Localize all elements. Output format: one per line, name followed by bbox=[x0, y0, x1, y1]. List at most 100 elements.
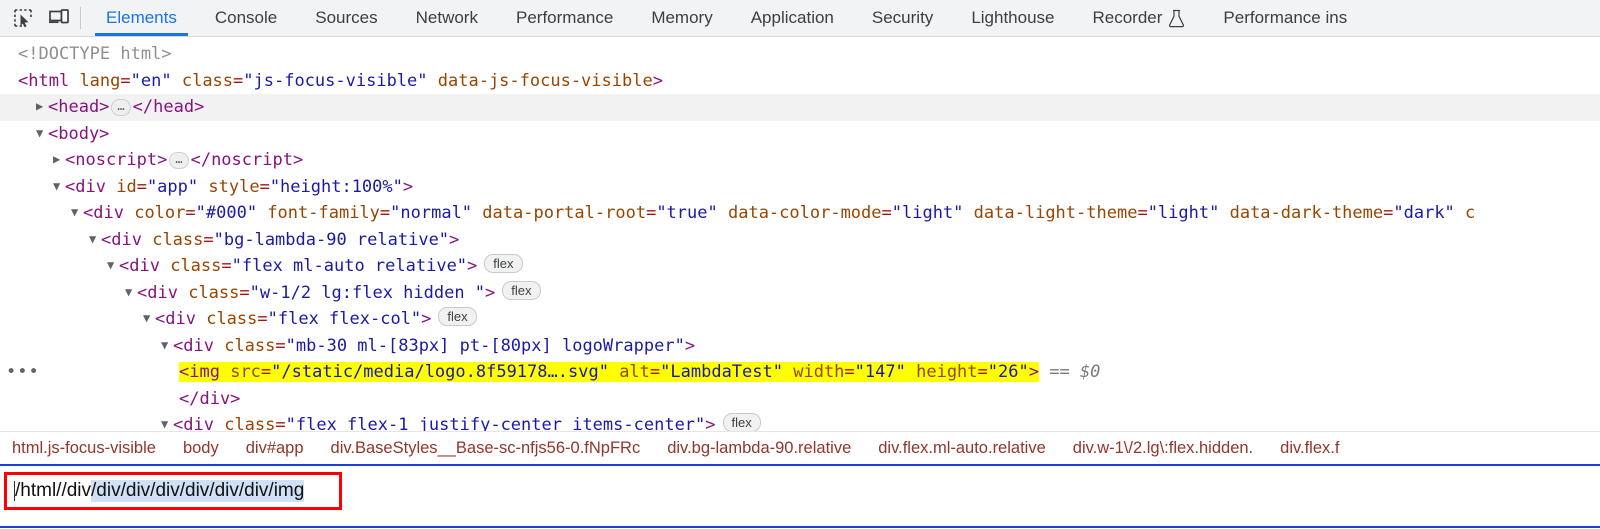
head-open-tag: <head> bbox=[48, 97, 110, 117]
dom-node-doctype[interactable]: <!DOCTYPE html> bbox=[0, 41, 1600, 68]
selected-node-reference: == $0 bbox=[1049, 362, 1101, 382]
val-class-logowrapper: "mb-30 ml-[83px] pt-[80px] logoWrapper" bbox=[285, 335, 685, 356]
tab-sources[interactable]: Sources bbox=[296, 0, 396, 36]
flex-badge[interactable]: flex bbox=[722, 413, 761, 431]
xpath-value-prefix: /html//div bbox=[15, 480, 92, 501]
attr-color: color bbox=[134, 203, 186, 223]
tab-performance-insights[interactable]: Performance ins bbox=[1204, 0, 1366, 36]
head-close-tag: </head> bbox=[132, 97, 205, 117]
html-attr-lang: lang bbox=[79, 70, 121, 91]
img-node-highlight[interactable]: <img src="/static/media/logo.8f59178….sv… bbox=[179, 362, 1039, 382]
attr-font-family: font-family bbox=[267, 203, 380, 223]
search-bar[interactable]: /html//div/div/div/div/div/div/div/img bbox=[0, 464, 1600, 528]
breadcrumb-item-div-app[interactable]: div#app bbox=[246, 439, 319, 458]
dom-node-noscript[interactable]: ▶ <noscript>… </noscript> bbox=[0, 147, 1600, 174]
expand-arrow-collapsed-icon[interactable]: ▶ bbox=[53, 147, 65, 173]
expand-arrow-expanded-icon[interactable]: ▼ bbox=[107, 253, 119, 279]
breadcrumb-item-w-half[interactable]: div.w-1\/2.lg\:flex.hidden. bbox=[1073, 439, 1268, 458]
breadcrumb-item-basestyles[interactable]: div.BaseStyles__Base-sc-nfjs56-0.fNpFRc bbox=[331, 439, 656, 458]
div-logowrapper-open-tag: <div bbox=[173, 335, 214, 356]
dom-node-div-flex-ml-auto[interactable]: ▼ <div class="flex ml-auto relative"> flex bbox=[0, 253, 1600, 280]
expand-ellipsis-button[interactable]: … bbox=[169, 152, 189, 169]
expand-ellipsis-button[interactable]: … bbox=[111, 99, 131, 116]
tab-network[interactable]: Network bbox=[397, 0, 497, 36]
expand-arrow-expanded-icon[interactable]: ▼ bbox=[143, 306, 155, 332]
tab-memory[interactable]: Memory bbox=[632, 0, 731, 36]
tab-recorder[interactable]: Recorder bbox=[1074, 0, 1205, 36]
expand-arrow-expanded-icon[interactable]: ▼ bbox=[71, 200, 83, 226]
expand-arrow-expanded-icon[interactable]: ▼ bbox=[89, 227, 101, 253]
dom-node-div-flex-col[interactable]: ▼ <div class="flex flex-col"> flex bbox=[0, 306, 1600, 333]
devtools-toolbar: Elements Console Sources Network Perform… bbox=[0, 0, 1600, 37]
img-val-src: "/static/media/logo.8f59178….svg" bbox=[271, 362, 609, 382]
div-bg-lambda-open-tag: <div bbox=[101, 229, 142, 250]
tab-console[interactable]: Console bbox=[196, 0, 296, 36]
expand-arrow-expanded-icon[interactable]: ▼ bbox=[161, 333, 173, 359]
img-attr-width: width bbox=[793, 362, 845, 382]
tab-console-label: Console bbox=[214, 8, 278, 27]
dom-node-div-flex-1[interactable]: ▼ <div class="flex flex-1 justify-center … bbox=[0, 412, 1600, 431]
dom-tree-panel[interactable]: <!DOCTYPE html> <html lang="en" class="j… bbox=[0, 37, 1600, 431]
html-attr-class: class bbox=[181, 70, 234, 91]
flex-badge[interactable]: flex bbox=[484, 254, 523, 273]
noscript-open-tag: <noscript> bbox=[65, 150, 168, 170]
dom-node-close-logowrapper[interactable]: </div> bbox=[0, 386, 1600, 413]
dom-node-img-selected[interactable]: ••• <img src="/static/media/logo.8f59178…… bbox=[0, 359, 1600, 386]
dom-node-div-bg-lambda[interactable]: ▼ <div class="bg-lambda-90 relative"> bbox=[0, 227, 1600, 254]
div-w-half-open-tag: <div bbox=[137, 282, 178, 303]
expand-arrow-expanded-icon[interactable]: ▼ bbox=[125, 280, 137, 306]
expand-arrow-collapsed-icon[interactable]: ▶ bbox=[36, 94, 48, 120]
expand-arrow-expanded-icon[interactable]: ▼ bbox=[36, 121, 48, 147]
expand-arrow-expanded-icon[interactable]: ▼ bbox=[161, 412, 173, 431]
close-bracket: > bbox=[684, 335, 696, 356]
dom-node-div-logowrapper[interactable]: ▼ <div class="mb-30 ml-[83px] pt-[80px] l… bbox=[0, 333, 1600, 360]
dom-node-div-basestyles[interactable]: ▼ <div color="#000" font-family="normal" … bbox=[0, 200, 1600, 227]
device-toolbar-icon[interactable] bbox=[46, 5, 72, 31]
tab-elements[interactable]: Elements bbox=[87, 0, 196, 36]
doctype-text: <!DOCTYPE html> bbox=[18, 44, 172, 64]
img-val-width: "147" bbox=[854, 362, 906, 382]
xpath-value-selected: /div/div/div/div/div/div/img bbox=[91, 480, 305, 502]
dom-node-body[interactable]: ▼ <body> bbox=[0, 121, 1600, 148]
attr-class: class bbox=[224, 335, 276, 356]
breadcrumb-item-flex-ml-auto[interactable]: div.flex.ml-auto.relative bbox=[878, 439, 1061, 458]
breadcrumb-item-bg-lambda[interactable]: div.bg-lambda-90.relative bbox=[667, 439, 866, 458]
attr-class: class bbox=[170, 256, 222, 276]
tab-security-label: Security bbox=[871, 8, 934, 27]
xpath-search-input[interactable]: /html//div/div/div/div/div/div/div/img bbox=[4, 472, 342, 510]
tab-security[interactable]: Security bbox=[853, 0, 952, 36]
img-open-tag: <img bbox=[179, 362, 220, 382]
tab-performance[interactable]: Performance bbox=[497, 0, 632, 36]
dom-node-html[interactable]: <html lang="en" class="js-focus-visible"… bbox=[0, 68, 1600, 95]
dom-node-head[interactable]: ▶ <head>… </head> bbox=[0, 94, 1600, 121]
node-overflow-dots-icon[interactable]: ••• bbox=[6, 359, 40, 386]
attr-data-light-theme: data-light-theme bbox=[973, 203, 1138, 223]
dom-node-div-app[interactable]: ▼ <div id="app" style="height:100%"> bbox=[0, 174, 1600, 201]
img-val-height: "26" bbox=[987, 362, 1029, 382]
attr-class: class bbox=[206, 309, 258, 329]
flex-badge[interactable]: flex bbox=[438, 307, 477, 326]
devtools-tab-strip: Elements Console Sources Network Perform… bbox=[87, 0, 1600, 36]
expand-arrow-expanded-icon[interactable]: ▼ bbox=[53, 174, 65, 200]
breadcrumb-item-body[interactable]: body bbox=[183, 439, 234, 458]
tab-lighthouse[interactable]: Lighthouse bbox=[952, 0, 1073, 36]
val-class-flex-ml-auto: "flex ml-auto relative" bbox=[231, 256, 468, 276]
img-attr-alt: alt bbox=[619, 362, 650, 382]
breadcrumb-item-flex[interactable]: div.flex.f bbox=[1280, 439, 1354, 458]
dom-node-div-w-half[interactable]: ▼ <div class="w-1/2 lg:flex hidden "> flex bbox=[0, 280, 1600, 307]
val-color: "#000" bbox=[195, 203, 258, 223]
val-data-light-theme: "light" bbox=[1147, 203, 1220, 223]
tab-application[interactable]: Application bbox=[732, 0, 853, 36]
breadcrumb-item-html[interactable]: html.js-focus-visible bbox=[12, 439, 171, 458]
div-flex-ml-auto-open-tag: <div bbox=[119, 256, 160, 276]
val-class-flex-col: "flex flex-col" bbox=[267, 309, 422, 329]
div-app-val-style: "height:100%" bbox=[269, 176, 403, 197]
attr-truncated: c bbox=[1465, 203, 1476, 223]
div-flex-1-open-tag: <div bbox=[173, 415, 214, 431]
flex-badge[interactable]: flex bbox=[502, 280, 541, 300]
div-basestyles-open-tag: <div bbox=[83, 203, 124, 223]
inspect-element-icon[interactable] bbox=[10, 5, 36, 31]
html-val-class: "js-focus-visible" bbox=[243, 70, 428, 91]
img-attr-src: src bbox=[230, 362, 261, 382]
html-attr-data-js-focus-visible: data-js-focus-visible bbox=[437, 70, 653, 91]
